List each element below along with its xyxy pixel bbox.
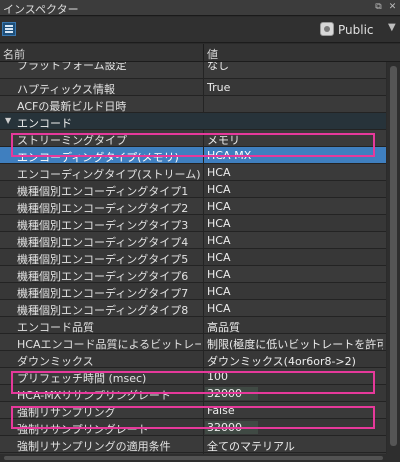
property-value[interactable]: HCA — [207, 217, 383, 230]
property-value[interactable]: HCA — [207, 251, 383, 264]
property-row[interactable]: 機種個別エンコーディングタイプ4 HCA — [0, 232, 386, 249]
property-row[interactable]: ダウンミックス ダウンミックス(4or6or8->2) — [0, 351, 386, 368]
property-name: プラットフォーム設定 — [17, 62, 127, 72]
property-name: ダウンミックス — [17, 355, 94, 368]
property-row[interactable]: エンコード品質 高品質 — [0, 317, 386, 334]
column-header-value[interactable]: 値 — [207, 46, 218, 62]
property-name: 機種個別エンコーディングタイプ1 — [17, 185, 189, 198]
property-name: 強制リサンプリングレート — [17, 423, 149, 436]
property-value[interactable]: なし — [207, 62, 383, 73]
property-grid: プラットフォーム設定 なしハプティックス情報 True ACFの最新ビルド日時 ▼ エンコ… — [0, 62, 386, 454]
property-value[interactable]: HCA — [207, 285, 383, 298]
property-row[interactable]: エンコーディングタイプ(ストリーム) HCA — [0, 164, 386, 181]
property-grid-header: 名前 値 — [0, 44, 400, 62]
vertical-scrollbar[interactable] — [387, 62, 400, 454]
property-value[interactable]: False — [207, 404, 383, 417]
property-name: 機種個別エンコーディングタイプ6 — [17, 270, 189, 283]
property-value[interactable]: 制限(極度に低いビットレートを許可し… — [207, 336, 383, 352]
property-row[interactable]: 機種個別エンコーディングタイプ5 HCA — [0, 249, 386, 266]
property-row[interactable]: 機種個別エンコーディングタイプ8 HCA — [0, 300, 386, 317]
property-name: HCA-MXリサンプリングレート — [17, 389, 171, 402]
horizontal-scroll-thumb[interactable] — [4, 456, 383, 460]
property-name: 機種個別エンコーディングタイプ2 — [17, 202, 189, 215]
property-value[interactable]: 100 — [207, 370, 383, 383]
property-value[interactable]: 高品質 — [207, 319, 383, 335]
property-name: 機種個別エンコーディングタイプ8 — [17, 304, 189, 317]
property-name: 機種個別エンコーディングタイプ4 — [17, 236, 189, 249]
property-name: ハプティックス情報 — [17, 83, 116, 96]
property-row[interactable]: ACFの最新ビルド日時 — [0, 96, 386, 113]
property-name: 機種個別エンコーディングタイプ7 — [17, 287, 189, 300]
close-icon[interactable]: ✕ — [387, 2, 398, 13]
dropdown-caret-icon: ▼ — [388, 22, 396, 33]
property-name: ACFの最新ビルド日時 — [17, 100, 127, 113]
property-row[interactable]: エンコーディングタイプ(メモリ) HCA-MX — [0, 147, 386, 164]
property-name: エンコード — [17, 117, 72, 130]
property-name: エンコーディングタイプ(ストリーム) — [17, 168, 201, 181]
inspector-toolbar: Public ▼ — [0, 17, 400, 43]
property-row[interactable]: 強制リサンプリングの適用条件 全てのマテリアル — [0, 436, 386, 453]
property-name: エンコーディングタイプ(メモリ) — [17, 151, 179, 164]
property-row[interactable]: 強制リサンプリング False — [0, 402, 386, 419]
property-row[interactable]: 機種個別エンコーディングタイプ3 HCA — [0, 215, 386, 232]
list-view-icon[interactable] — [2, 22, 16, 36]
property-value[interactable]: HCA — [207, 200, 383, 213]
public-label: Public — [338, 23, 374, 37]
property-row[interactable]: プリフェッチ時間 (msec) 100 — [0, 368, 386, 385]
property-value[interactable]: HCA — [207, 183, 383, 196]
property-value[interactable]: HCA — [207, 302, 383, 315]
property-name: エンコード品質 — [17, 321, 94, 334]
vertical-scroll-thumb[interactable] — [390, 66, 397, 446]
property-value[interactable]: HCA — [207, 166, 383, 179]
property-name: 機種個別エンコーディングタイプ3 — [17, 219, 189, 232]
expand-toggle-icon[interactable]: ▼ — [5, 116, 11, 125]
property-row[interactable]: 機種個別エンコーディングタイプ7 HCA — [0, 283, 386, 300]
property-row[interactable]: HCAエンコード品質によるビットレート下… 制限(極度に低いビットレートを許可し… — [0, 334, 386, 351]
property-name: 強制リサンプリング — [17, 406, 116, 419]
window-title: インスペクター — [3, 3, 79, 16]
column-header-name[interactable]: 名前 — [3, 46, 25, 62]
property-row[interactable]: 強制リサンプリングレート 32000 — [0, 419, 386, 436]
property-name: 強制リサンプリングの適用条件 — [17, 440, 171, 453]
property-value[interactable]: HCA-MX — [207, 149, 383, 162]
property-value[interactable]: HCA — [207, 268, 383, 281]
property-value[interactable]: ダウンミックス(4or6or8->2) — [207, 353, 383, 369]
public-dropdown[interactable]: Public ▼ — [318, 21, 398, 38]
property-row[interactable]: ハプティックス情報 True — [0, 79, 386, 96]
property-value[interactable]: 32000 — [207, 387, 383, 400]
public-icon — [320, 22, 334, 36]
horizontal-scrollbar[interactable] — [0, 454, 400, 462]
property-value[interactable]: メモリ — [207, 132, 383, 148]
property-name: HCAエンコード品質によるビットレート下… — [17, 338, 201, 351]
property-row[interactable]: HCA-MXリサンプリングレート 32000 — [0, 385, 386, 402]
property-name: プリフェッチ時間 (msec) — [17, 372, 147, 385]
property-name: 機種個別エンコーディングタイプ5 — [17, 253, 189, 266]
property-value[interactable]: HCA — [207, 234, 383, 247]
property-row[interactable]: 機種個別エンコーディングタイプ2 HCA — [0, 198, 386, 215]
property-value[interactable]: True — [207, 81, 383, 94]
float-window-icon[interactable]: ⧉ — [373, 2, 384, 13]
property-row[interactable]: プラットフォーム設定 なし — [0, 62, 386, 79]
property-value[interactable]: 全てのマテリアル — [207, 438, 383, 454]
property-row[interactable]: 機種個別エンコーディングタイプ1 HCA — [0, 181, 386, 198]
column-divider[interactable] — [203, 44, 204, 62]
category-row[interactable]: ▼ エンコード — [0, 113, 386, 130]
property-row[interactable]: 機種個別エンコーディングタイプ6 HCA — [0, 266, 386, 283]
property-name: ストリーミングタイプ — [17, 134, 127, 147]
inspector-titlebar: インスペクター ⧉ ✕ — [0, 0, 400, 16]
property-value[interactable]: 32000 — [207, 421, 383, 434]
property-row[interactable]: ストリーミングタイプ メモリ — [0, 130, 386, 147]
